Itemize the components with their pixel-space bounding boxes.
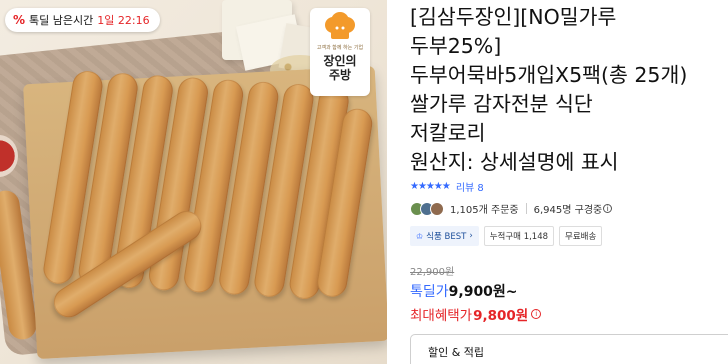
purchase-stats: 1,105개 주문중 6,945명 구경중 i — [410, 201, 613, 216]
timer-value: 1일 22:16 — [97, 14, 150, 27]
deal-price-label: 톡딜가 — [410, 284, 449, 300]
original-price: 22,900원 — [410, 267, 455, 278]
max-benefit-price: 최대혜택가 9,800원 i — [410, 304, 542, 324]
cumulative-purchase-badge: 누적구매 1,148 — [483, 226, 555, 246]
best-badge[interactable]: ♔ 식품 BEST › — [410, 226, 479, 246]
avatar — [430, 201, 444, 216]
brand-name: 장인의 주방 — [323, 54, 357, 82]
info-icon[interactable]: i — [531, 309, 542, 319]
orders-count: 1,105개 주문중 — [450, 205, 519, 216]
brand-tagline: 고객과 함께 하는 기업 — [316, 45, 364, 51]
chevron-right-icon: › — [469, 231, 473, 241]
deal-price-value: 9,900원~ — [448, 284, 518, 300]
chef-hat-icon — [321, 12, 359, 42]
rating-row: ★★★★★ 리뷰 8 — [410, 179, 484, 194]
badge-row: ♔ 식품 BEST › 누적구매 1,148 무료배송 — [410, 226, 603, 246]
viewers-count: 6,945명 구경중 — [533, 205, 603, 216]
brand-logo: 고객과 함께 하는 기업 장인의 주방 — [310, 8, 370, 96]
product-image[interactable]: % 톡딜 남은시간 1일 22:16 고객과 함께 하는 기업 장인의 주방 — [0, 0, 387, 364]
product-details: [김삼두장인][NO밀가루 두부25%] 두부어묵바5개입X5팩(총 25개) … — [400, 0, 728, 364]
review-link[interactable]: 리뷰 8 — [456, 179, 484, 194]
cutting-board — [23, 65, 387, 360]
product-title: [김삼두장인][NO밀가루 두부25%] 두부어묵바5개입X5팩(총 25개) … — [410, 5, 688, 174]
timer-label: 톡딜 남은시간 — [29, 14, 94, 27]
discount-rewards-button[interactable]: 할인 & 적립 — [410, 334, 728, 364]
deal-timer-badge: % 톡딜 남은시간 1일 22:16 — [5, 8, 160, 32]
info-icon[interactable]: i — [603, 204, 613, 213]
max-price-value: 9,800원 — [473, 308, 529, 324]
free-shipping-badge: 무료배송 — [559, 226, 603, 246]
percent-tag-icon: % — [13, 13, 26, 27]
deal-price: 톡딜가 9,900원~ — [410, 281, 518, 301]
star-rating-icon: ★★★★★ — [410, 181, 451, 192]
max-price-label: 최대혜택가 — [410, 308, 473, 324]
divider — [525, 203, 527, 214]
coupon-label: 할인 & 적립 — [428, 346, 485, 359]
crown-icon: ♔ — [416, 231, 424, 241]
